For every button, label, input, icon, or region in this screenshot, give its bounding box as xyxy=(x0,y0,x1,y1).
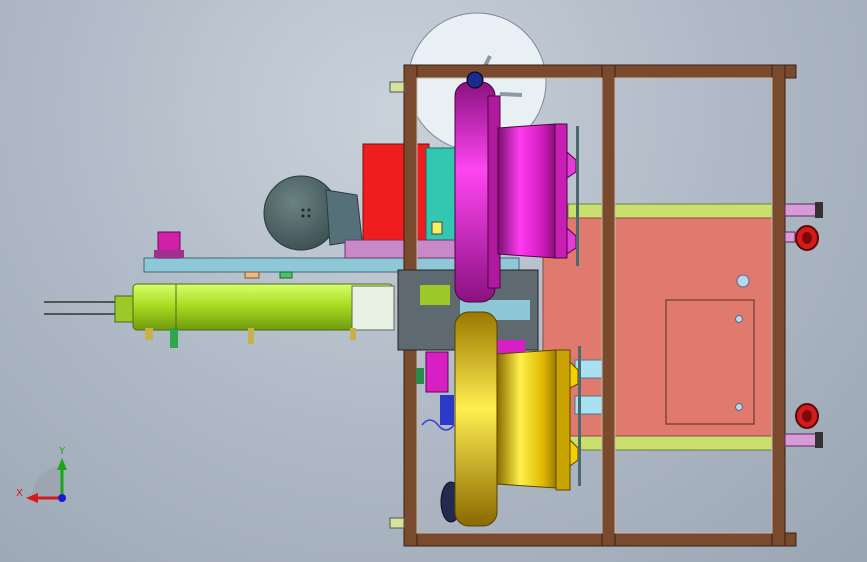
caster-wheel-bottom xyxy=(784,403,823,448)
x-axis-label: X xyxy=(16,488,23,499)
feeder-arm xyxy=(44,283,395,348)
cad-model-drawing: Y X xyxy=(16,12,823,547)
y-axis-label: Y xyxy=(58,446,66,457)
motor-disk xyxy=(263,175,363,251)
cad-viewport[interactable]: Y X xyxy=(0,0,867,562)
axis-triad: Y X xyxy=(16,446,67,503)
caster-wheel-top xyxy=(784,202,823,251)
z-axis-dot xyxy=(58,494,66,502)
